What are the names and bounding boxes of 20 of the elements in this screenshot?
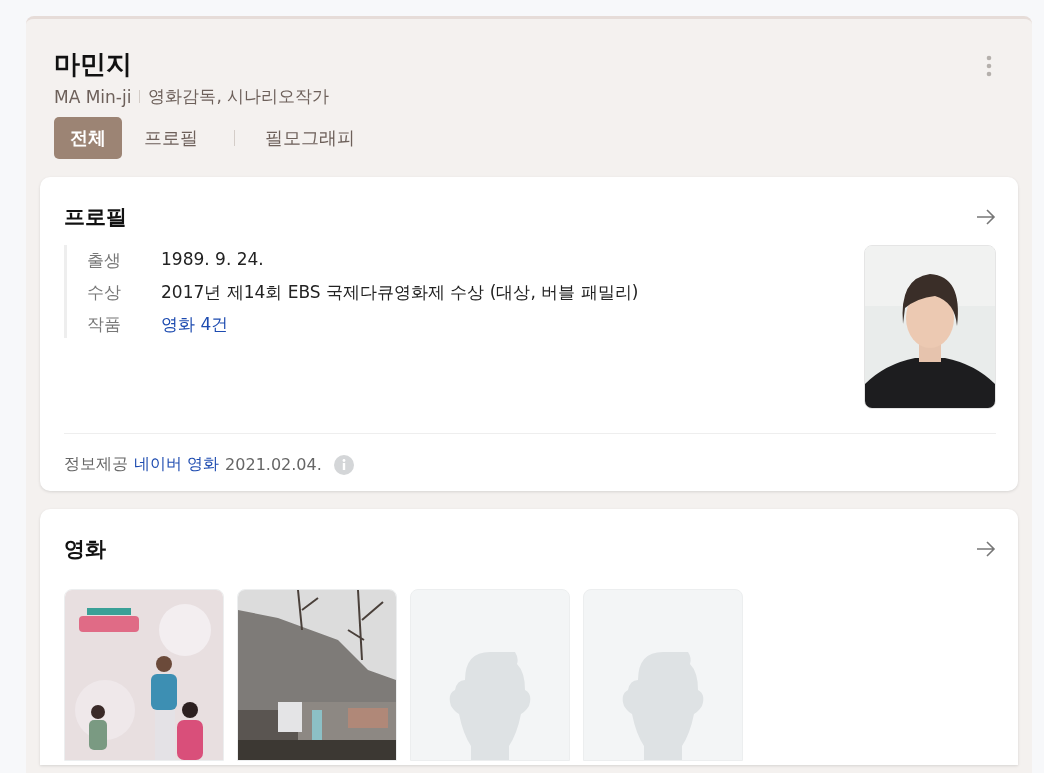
more-options-icon[interactable] (986, 55, 992, 77)
source-link[interactable]: 네이버 영화 (134, 454, 220, 475)
update-date: 2021.02.04. (225, 455, 322, 474)
tab[interactable]: 전체 (54, 117, 122, 159)
field-label: 작품 (87, 313, 122, 336)
section-title: 프로필 (64, 204, 127, 231)
field-value: 2017년 제14회 EBS 국제다큐영화제 수상 (대상, 버블 패밀리) (161, 281, 639, 304)
field-label: 출생 (87, 249, 122, 272)
english-name: MA Min-ji (54, 86, 132, 107)
occupation: 영화감독, 시나리오작가 (148, 85, 330, 108)
tab[interactable]: 프로필 (128, 117, 214, 159)
works-link[interactable]: 영화 4건 (161, 313, 229, 336)
person-name: 마민지 (54, 48, 133, 81)
tab[interactable]: 필모그래피 (249, 117, 371, 159)
field-label: 수상 (87, 281, 122, 304)
section-title: 영화 (64, 536, 106, 563)
arrow-right-icon[interactable] (976, 541, 996, 557)
source-label: 정보제공 (64, 454, 128, 475)
field-value: 1989. 9. 24. (161, 249, 264, 271)
arrow-right-icon[interactable] (976, 209, 996, 225)
